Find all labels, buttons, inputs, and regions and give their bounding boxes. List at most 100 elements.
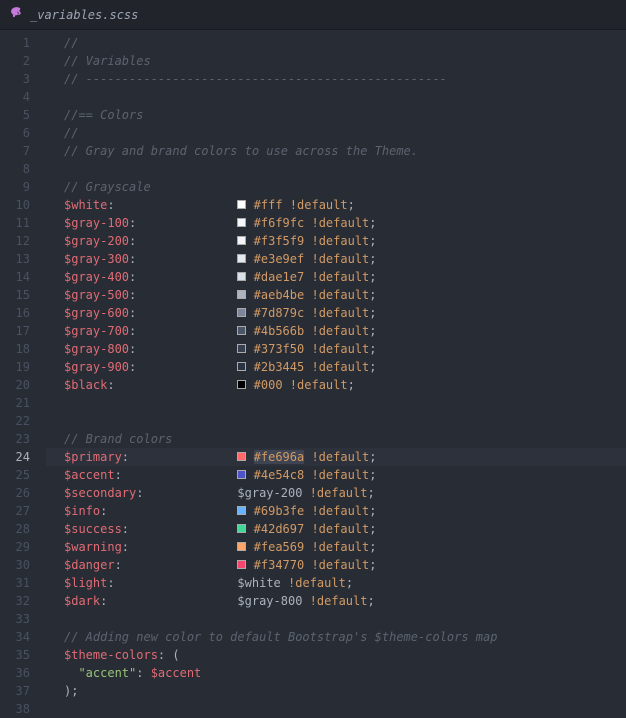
hex-value: #2b3445 (254, 360, 305, 374)
code-line[interactable]: // (64, 124, 626, 142)
scss-variable: $gray-900 (64, 360, 129, 374)
code-line[interactable]: $gray-300: #e3e9ef !default; (64, 250, 626, 268)
hex-value: #373f50 (254, 342, 305, 356)
default-flag: !default (311, 522, 369, 536)
line-number: 22 (0, 412, 30, 430)
code-line[interactable]: // (64, 34, 626, 52)
code-line[interactable]: $black: #000 !default; (64, 376, 626, 394)
code-line[interactable]: $success: #42d697 !default; (64, 520, 626, 538)
scss-variable: $gray-600 (64, 306, 129, 320)
scss-variable: $secondary (64, 486, 136, 500)
color-swatch (237, 218, 246, 227)
code-line[interactable]: $dark: $gray-800 !default; (64, 592, 626, 610)
scss-variable: $info (64, 504, 100, 518)
code-line[interactable]: $gray-800: #373f50 !default; (64, 340, 626, 358)
paren-open: ( (172, 648, 179, 662)
default-flag: !default (311, 450, 369, 464)
color-swatch (237, 344, 246, 353)
line-number: 7 (0, 142, 30, 160)
comment: // Gray and brand colors to use across t… (64, 144, 418, 158)
code-line[interactable]: $gray-500: #aeb4be !default; (64, 286, 626, 304)
comment: // Grayscale (64, 180, 151, 194)
code-line[interactable]: $theme-colors: ( (64, 646, 626, 664)
line-number: 4 (0, 88, 30, 106)
comment: // (64, 126, 78, 140)
code-line[interactable] (64, 610, 626, 628)
line-number: 10 (0, 196, 30, 214)
color-swatch (237, 308, 246, 317)
map-key: "accent" (78, 666, 136, 680)
scss-variable: $gray-100 (64, 216, 129, 230)
color-swatch (237, 290, 246, 299)
code-line[interactable] (64, 160, 626, 178)
code-line[interactable]: $gray-200: #f3f5f9 !default; (64, 232, 626, 250)
code-line[interactable]: $gray-600: #7d879c !default; (64, 304, 626, 322)
code-line[interactable]: // Grayscale (64, 178, 626, 196)
default-flag: !default (311, 288, 369, 302)
line-number: 29 (0, 538, 30, 556)
comment: // -------------------------------------… (64, 72, 447, 86)
code-line[interactable]: $info: #69b3fe !default; (64, 502, 626, 520)
line-number: 31 (0, 574, 30, 592)
color-swatch (237, 560, 246, 569)
line-number: 36 (0, 664, 30, 682)
hex-value: #e3e9ef (254, 252, 305, 266)
line-number: 30 (0, 556, 30, 574)
code-line[interactable]: $gray-100: #f6f9fc !default; (64, 214, 626, 232)
code-line[interactable]: $warning: #fea569 !default; (64, 538, 626, 556)
color-swatch (237, 272, 246, 281)
code-line[interactable] (64, 412, 626, 430)
hex-value: #dae1e7 (254, 270, 305, 284)
code-line[interactable]: $primary: #fe696a !default; (46, 448, 626, 466)
code-line[interactable] (64, 88, 626, 106)
code-line[interactable]: // Variables (64, 52, 626, 70)
hex-value: #f6f9fc (254, 216, 305, 230)
line-number: 2 (0, 52, 30, 70)
line-number: 37 (0, 682, 30, 700)
comment: //== Colors (64, 108, 143, 122)
code-line[interactable]: //== Colors (64, 106, 626, 124)
code-line[interactable] (64, 700, 626, 718)
scss-variable: $warning (64, 540, 122, 554)
code-line[interactable]: $white: #fff !default; (64, 196, 626, 214)
code-line[interactable]: $gray-900: #2b3445 !default; (64, 358, 626, 376)
line-number: 1 (0, 34, 30, 52)
code-area[interactable]: // // Variables // -----------------------… (46, 34, 626, 718)
code-line[interactable]: // Gray and brand colors to use across t… (64, 142, 626, 160)
code-line[interactable]: ); (64, 682, 626, 700)
default-flag: !default (311, 270, 369, 284)
color-swatch (237, 200, 246, 209)
comment: // (64, 36, 78, 50)
code-line[interactable]: // Adding new color to default Bootstrap… (64, 628, 626, 646)
code-line[interactable]: $accent: #4e54c8 !default; (64, 466, 626, 484)
line-number: 38 (0, 700, 30, 718)
comment: // Brand colors (64, 432, 172, 446)
code-line[interactable]: $gray-700: #4b566b !default; (64, 322, 626, 340)
hex-value: #000 (254, 378, 283, 392)
default-flag: !default (288, 576, 346, 590)
hex-value: #42d697 (254, 522, 305, 536)
code-line[interactable]: $gray-400: #dae1e7 !default; (64, 268, 626, 286)
hex-value: #aeb4be (254, 288, 305, 302)
code-line[interactable]: "accent": $accent (64, 664, 626, 682)
code-line[interactable]: $light: $white !default; (64, 574, 626, 592)
default-flag: !default (311, 216, 369, 230)
code-line[interactable]: $danger: #f34770 !default; (64, 556, 626, 574)
line-number: 17 (0, 322, 30, 340)
line-number: 28 (0, 520, 30, 538)
scss-variable: $gray-400 (64, 270, 129, 284)
tab-bar: _variables.scss (0, 0, 626, 30)
line-number: 12 (0, 232, 30, 250)
hex-value: #fe696a (254, 450, 305, 464)
scss-variable: $theme-colors (64, 648, 158, 662)
code-line[interactable]: $secondary: $gray-200 !default; (64, 484, 626, 502)
code-line[interactable] (64, 394, 626, 412)
sass-icon (10, 6, 23, 23)
comment: // Adding new color to default Bootstrap… (64, 630, 497, 644)
tab-filename[interactable]: _variables.scss (30, 8, 138, 22)
default-flag: !default (311, 234, 369, 248)
code-line[interactable]: // -------------------------------------… (64, 70, 626, 88)
code-line[interactable]: // Brand colors (64, 430, 626, 448)
line-number: 25 (0, 466, 30, 484)
default-flag: !default (290, 378, 348, 392)
